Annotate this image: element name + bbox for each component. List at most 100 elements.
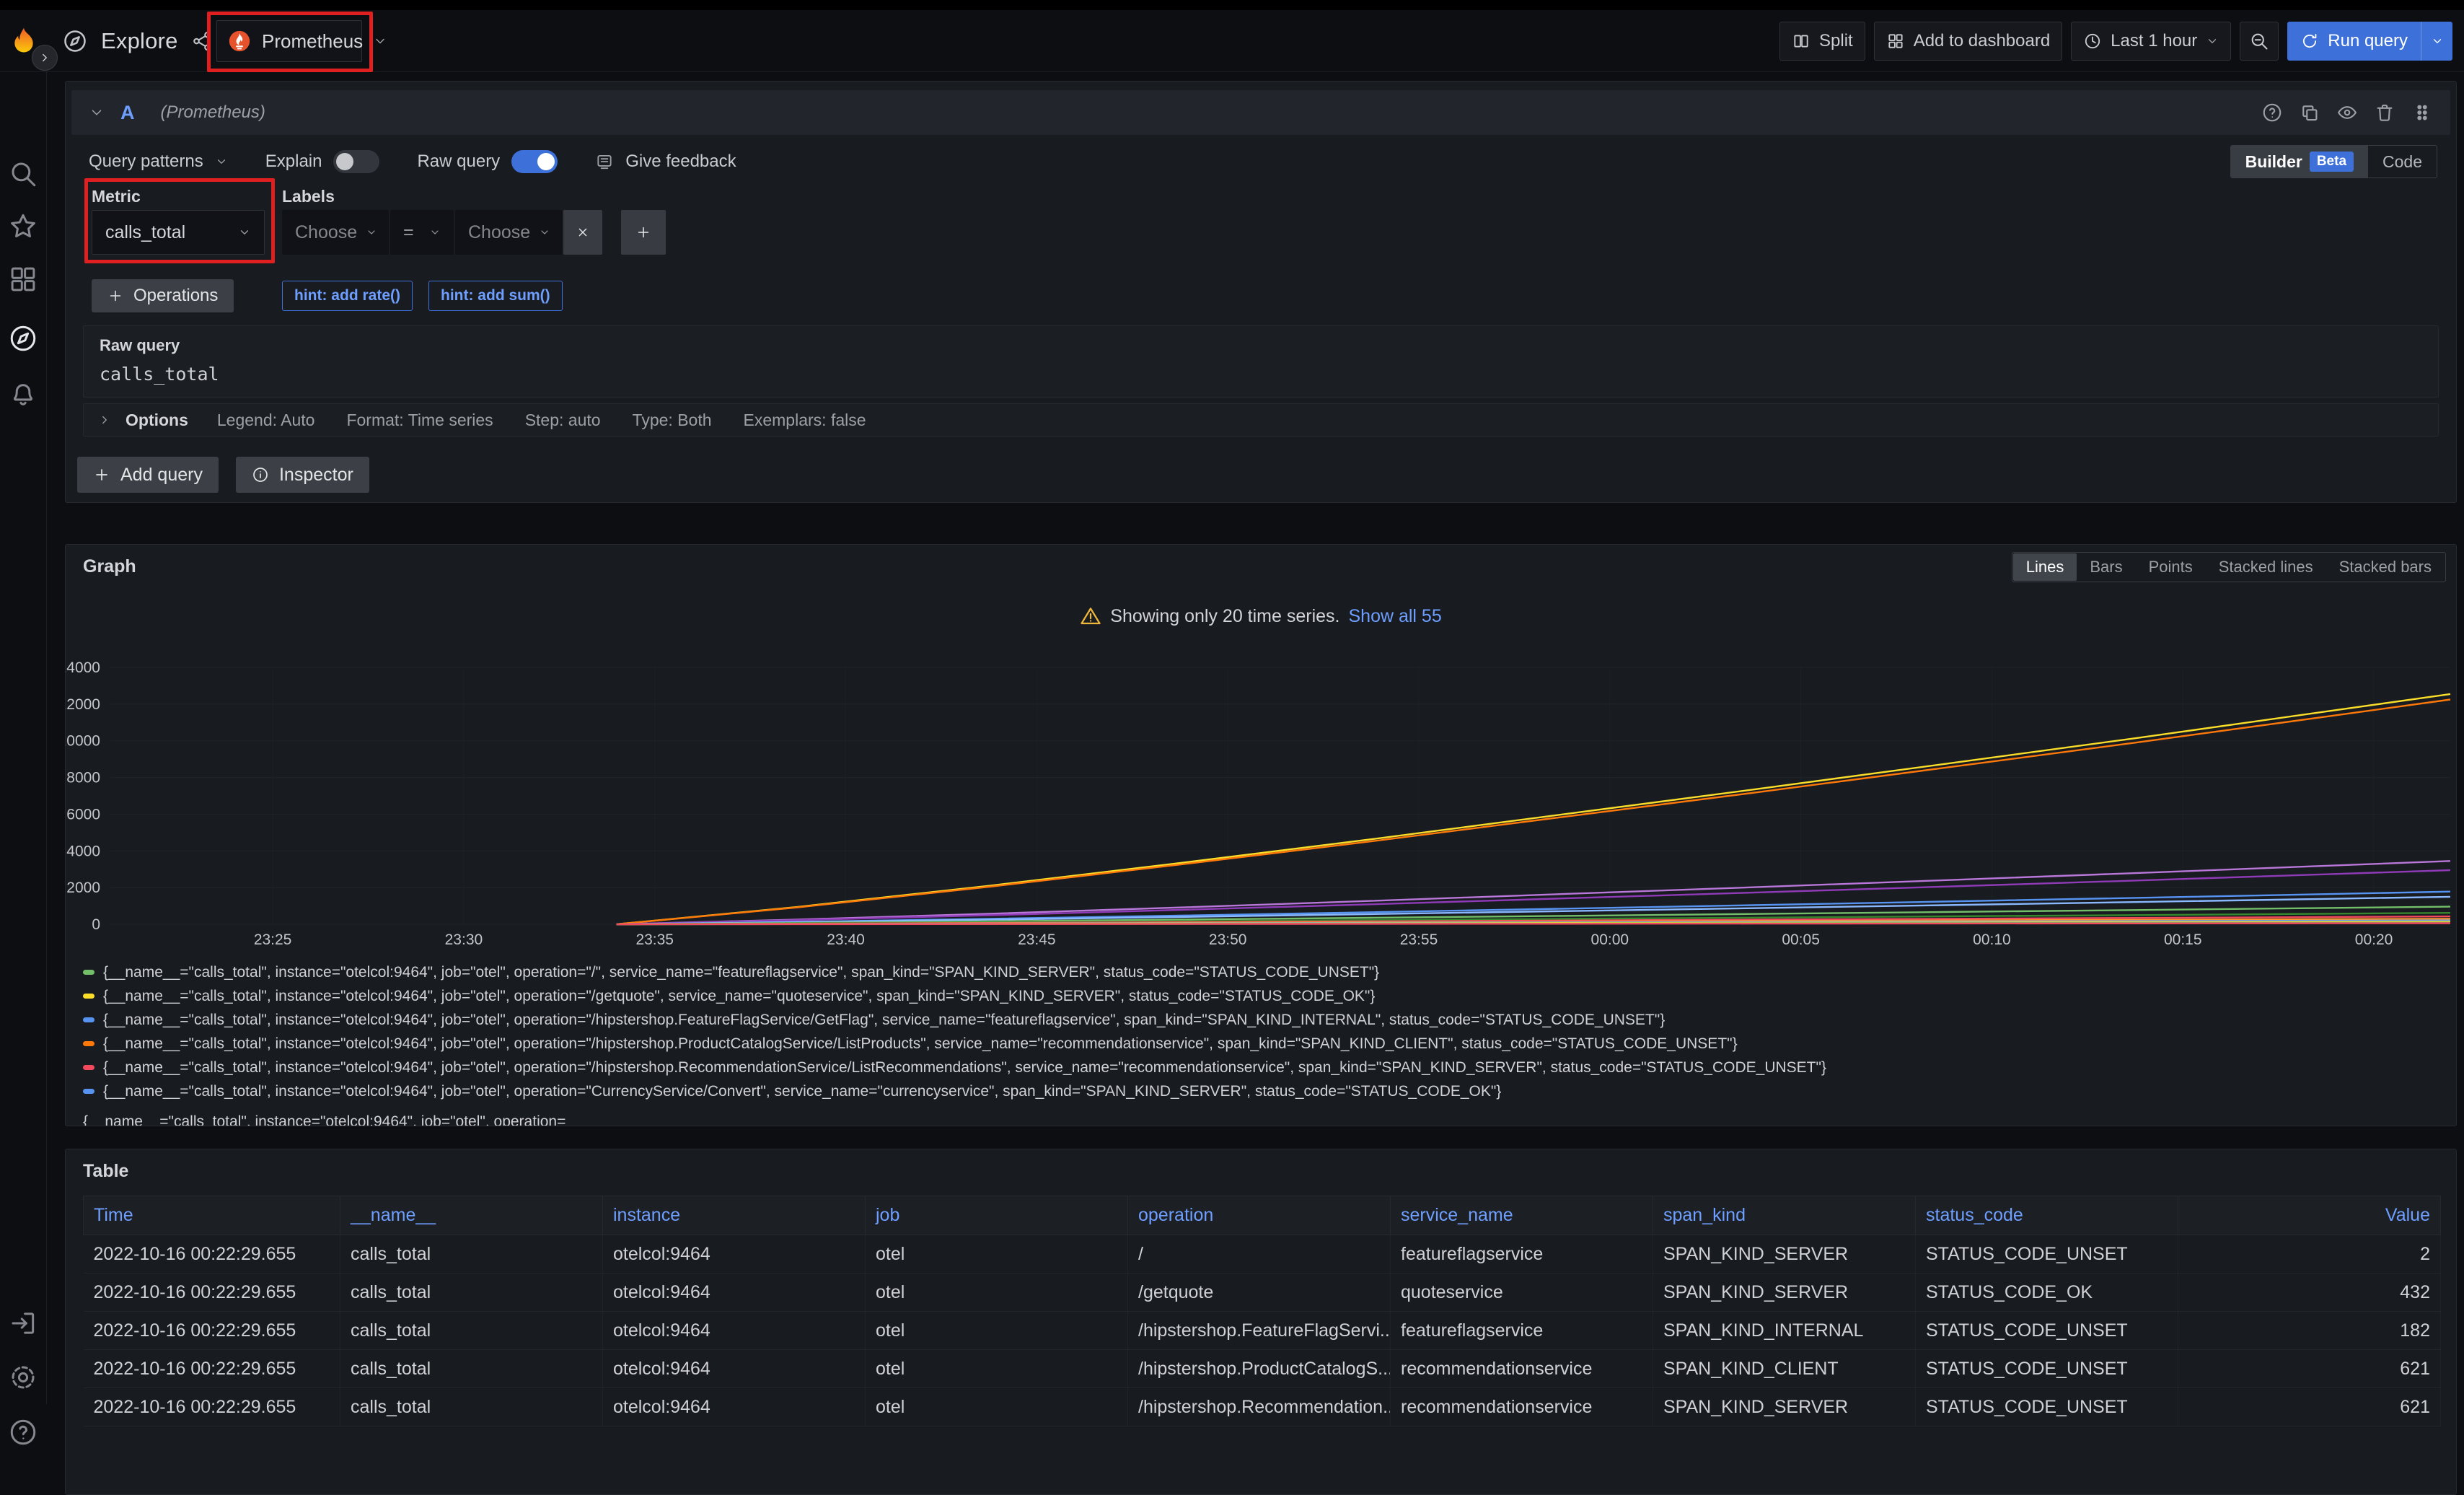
- graph-mode-points[interactable]: Points: [2136, 553, 2206, 581]
- options-summary-item: Exemplars: false: [744, 411, 866, 430]
- query-hint-button-1[interactable]: hint: add rate(): [282, 281, 413, 311]
- label-key-placeholder: Choose: [295, 222, 357, 243]
- time-series-chart[interactable]: 23:2523:3023:3523:4023:4523:5023:5500:00…: [66, 653, 2457, 950]
- query-editor-card: A (Prometheus) Query patterns Explain Ra…: [65, 81, 2457, 503]
- operations-button[interactable]: Operations: [92, 279, 234, 312]
- raw-query-value: calls_total: [100, 364, 219, 385]
- explain-label: Explain: [265, 152, 322, 172]
- table-column-servicename[interactable]: service_name: [1391, 1196, 1653, 1235]
- give-feedback-link[interactable]: Give feedback: [595, 152, 736, 172]
- run-query-dropdown[interactable]: [2421, 22, 2452, 61]
- legend-item-1[interactable]: {__name__="calls_total", instance="otelc…: [83, 960, 2449, 984]
- zoom-out-time-button[interactable]: [2240, 22, 2279, 61]
- table-cell: STATUS_CODE_UNSET: [1916, 1235, 2178, 1273]
- add-label-filter-button[interactable]: [621, 210, 666, 255]
- query-hint-button-2[interactable]: hint: add sum(): [428, 281, 563, 311]
- table-column-job[interactable]: job: [866, 1196, 1128, 1235]
- table-row: 2022-10-16 00:22:29.655calls_totalotelco…: [84, 1350, 2441, 1388]
- table-cell: STATUS_CODE_OK: [1916, 1273, 2178, 1312]
- graph-mode-lines[interactable]: Lines: [2013, 553, 2077, 581]
- graph-mode-stacked-lines[interactable]: Stacked lines: [2206, 553, 2326, 581]
- table-column-statuscode[interactable]: status_code: [1916, 1196, 2178, 1235]
- label-operator-select[interactable]: =: [390, 210, 454, 255]
- table-header-row: Time__name__instancejoboperationservice_…: [84, 1196, 2441, 1235]
- duplicate-query-icon[interactable]: [2299, 102, 2320, 123]
- chevron-down-icon: [238, 226, 251, 239]
- query-patterns-dropdown[interactable]: Query patterns: [89, 152, 228, 172]
- share-icon[interactable]: [191, 30, 213, 52]
- table-row: 2022-10-16 00:22:29.655calls_totalotelco…: [84, 1388, 2441, 1426]
- plus-icon: [107, 288, 123, 304]
- dashboards-icon[interactable]: [8, 264, 38, 294]
- table-column-spankind[interactable]: span_kind: [1653, 1196, 1916, 1235]
- table-column-time[interactable]: Time: [84, 1196, 340, 1235]
- hide-response-eye-icon[interactable]: [2336, 102, 2358, 123]
- label-key-select[interactable]: Choose: [282, 210, 389, 255]
- table-row: 2022-10-16 00:22:29.655calls_totalotelco…: [84, 1235, 2441, 1273]
- inspector-button[interactable]: Inspector: [236, 457, 369, 493]
- legend-item-2[interactable]: {__name__="calls_total", instance="otelc…: [83, 984, 2449, 1008]
- metric-select[interactable]: calls_total: [92, 210, 265, 255]
- table-column-name[interactable]: __name__: [340, 1196, 603, 1235]
- split-button[interactable]: Split: [1779, 22, 1865, 61]
- query-help-icon[interactable]: [2261, 102, 2283, 123]
- y-axis-tick-label: 8000: [66, 770, 100, 786]
- legend-label: {__name__="calls_total", instance="otelc…: [103, 1083, 1501, 1100]
- table-cell: otel: [866, 1388, 1128, 1426]
- code-mode-tab[interactable]: Code: [2368, 146, 2437, 177]
- label-value-placeholder: Choose: [468, 222, 530, 243]
- starred-icon[interactable]: [8, 211, 38, 242]
- drag-handle-icon[interactable]: [2411, 102, 2433, 123]
- table-cell: 2022-10-16 00:22:29.655: [84, 1350, 340, 1388]
- table-cell: otel: [866, 1312, 1128, 1350]
- add-query-button[interactable]: Add query: [77, 457, 219, 493]
- table-body: 2022-10-16 00:22:29.655 calls_totalotelco…: [84, 1235, 2441, 1426]
- graph-mode-bars[interactable]: Bars: [2077, 553, 2135, 581]
- explore-icon[interactable]: [8, 323, 38, 354]
- search-icon[interactable]: [8, 159, 38, 189]
- table-cell: recommendationservice: [1391, 1388, 1653, 1426]
- collapse-chevron-icon[interactable]: [89, 105, 105, 120]
- remove-label-filter-button[interactable]: [563, 210, 602, 255]
- add-to-dashboard-button[interactable]: Add to dashboard: [1874, 22, 2062, 61]
- run-query-button[interactable]: Run query: [2287, 22, 2452, 61]
- raw-query-toggle[interactable]: [511, 150, 558, 173]
- sidebar-expand-button[interactable]: [32, 45, 58, 71]
- table-cell: 621: [2178, 1350, 2441, 1388]
- table-cell: featureflagservice: [1391, 1235, 1653, 1273]
- table-column-value[interactable]: Value: [2178, 1196, 2441, 1235]
- table-cell: calls_total: [340, 1235, 603, 1273]
- dashboard-grid-icon: [1886, 32, 1905, 51]
- datasource-picker[interactable]: Prometheus: [216, 20, 362, 62]
- table-cell: STATUS_CODE_UNSET: [1916, 1312, 2178, 1350]
- time-range-picker[interactable]: Last 1 hour: [2071, 22, 2231, 61]
- table-cell: otel: [866, 1273, 1128, 1312]
- help-icon[interactable]: [8, 1417, 38, 1447]
- label-value-select[interactable]: Choose: [455, 210, 562, 255]
- clock-icon: [2083, 32, 2102, 51]
- table-cell: quoteservice: [1391, 1273, 1653, 1312]
- legend-color-marker: [83, 1065, 94, 1070]
- info-circle-icon: [252, 466, 269, 483]
- x-axis-tick-label: 00:20: [2355, 931, 2393, 948]
- legend-item-4[interactable]: {__name__="calls_total", instance="otelc…: [83, 1032, 2449, 1056]
- table-cell: /hipstershop.FeatureFlagServi...: [1128, 1312, 1391, 1350]
- query-options-row[interactable]: Options Legend: AutoFormat: Time seriesS…: [83, 403, 2439, 437]
- left-sidebar: [0, 72, 47, 1404]
- query-row-header[interactable]: A (Prometheus): [71, 90, 2450, 135]
- legend-item-5[interactable]: {__name__="calls_total", instance="otelc…: [83, 1056, 2449, 1079]
- legend-item-3[interactable]: {__name__="calls_total", instance="otelc…: [83, 1008, 2449, 1032]
- settings-gear-icon[interactable]: [8, 1362, 38, 1393]
- table-cell: otelcol:9464: [603, 1312, 866, 1350]
- table-column-operation[interactable]: operation: [1128, 1196, 1391, 1235]
- graph-mode-stacked-bars[interactable]: Stacked bars: [2326, 553, 2445, 581]
- sign-in-icon[interactable]: [8, 1308, 38, 1338]
- show-all-series-link[interactable]: Show all 55: [1348, 606, 1441, 627]
- remove-query-trash-icon[interactable]: [2374, 102, 2395, 123]
- explain-toggle[interactable]: [333, 150, 379, 173]
- builder-mode-tab[interactable]: Builder Beta: [2231, 146, 2368, 177]
- table-column-instance[interactable]: instance: [603, 1196, 866, 1235]
- legend-item-6[interactable]: {__name__="calls_total", instance="otelc…: [83, 1079, 2449, 1103]
- table-panel: Table Time__name__instancejoboperationse…: [65, 1149, 2457, 1495]
- alerting-bell-icon[interactable]: [8, 379, 38, 409]
